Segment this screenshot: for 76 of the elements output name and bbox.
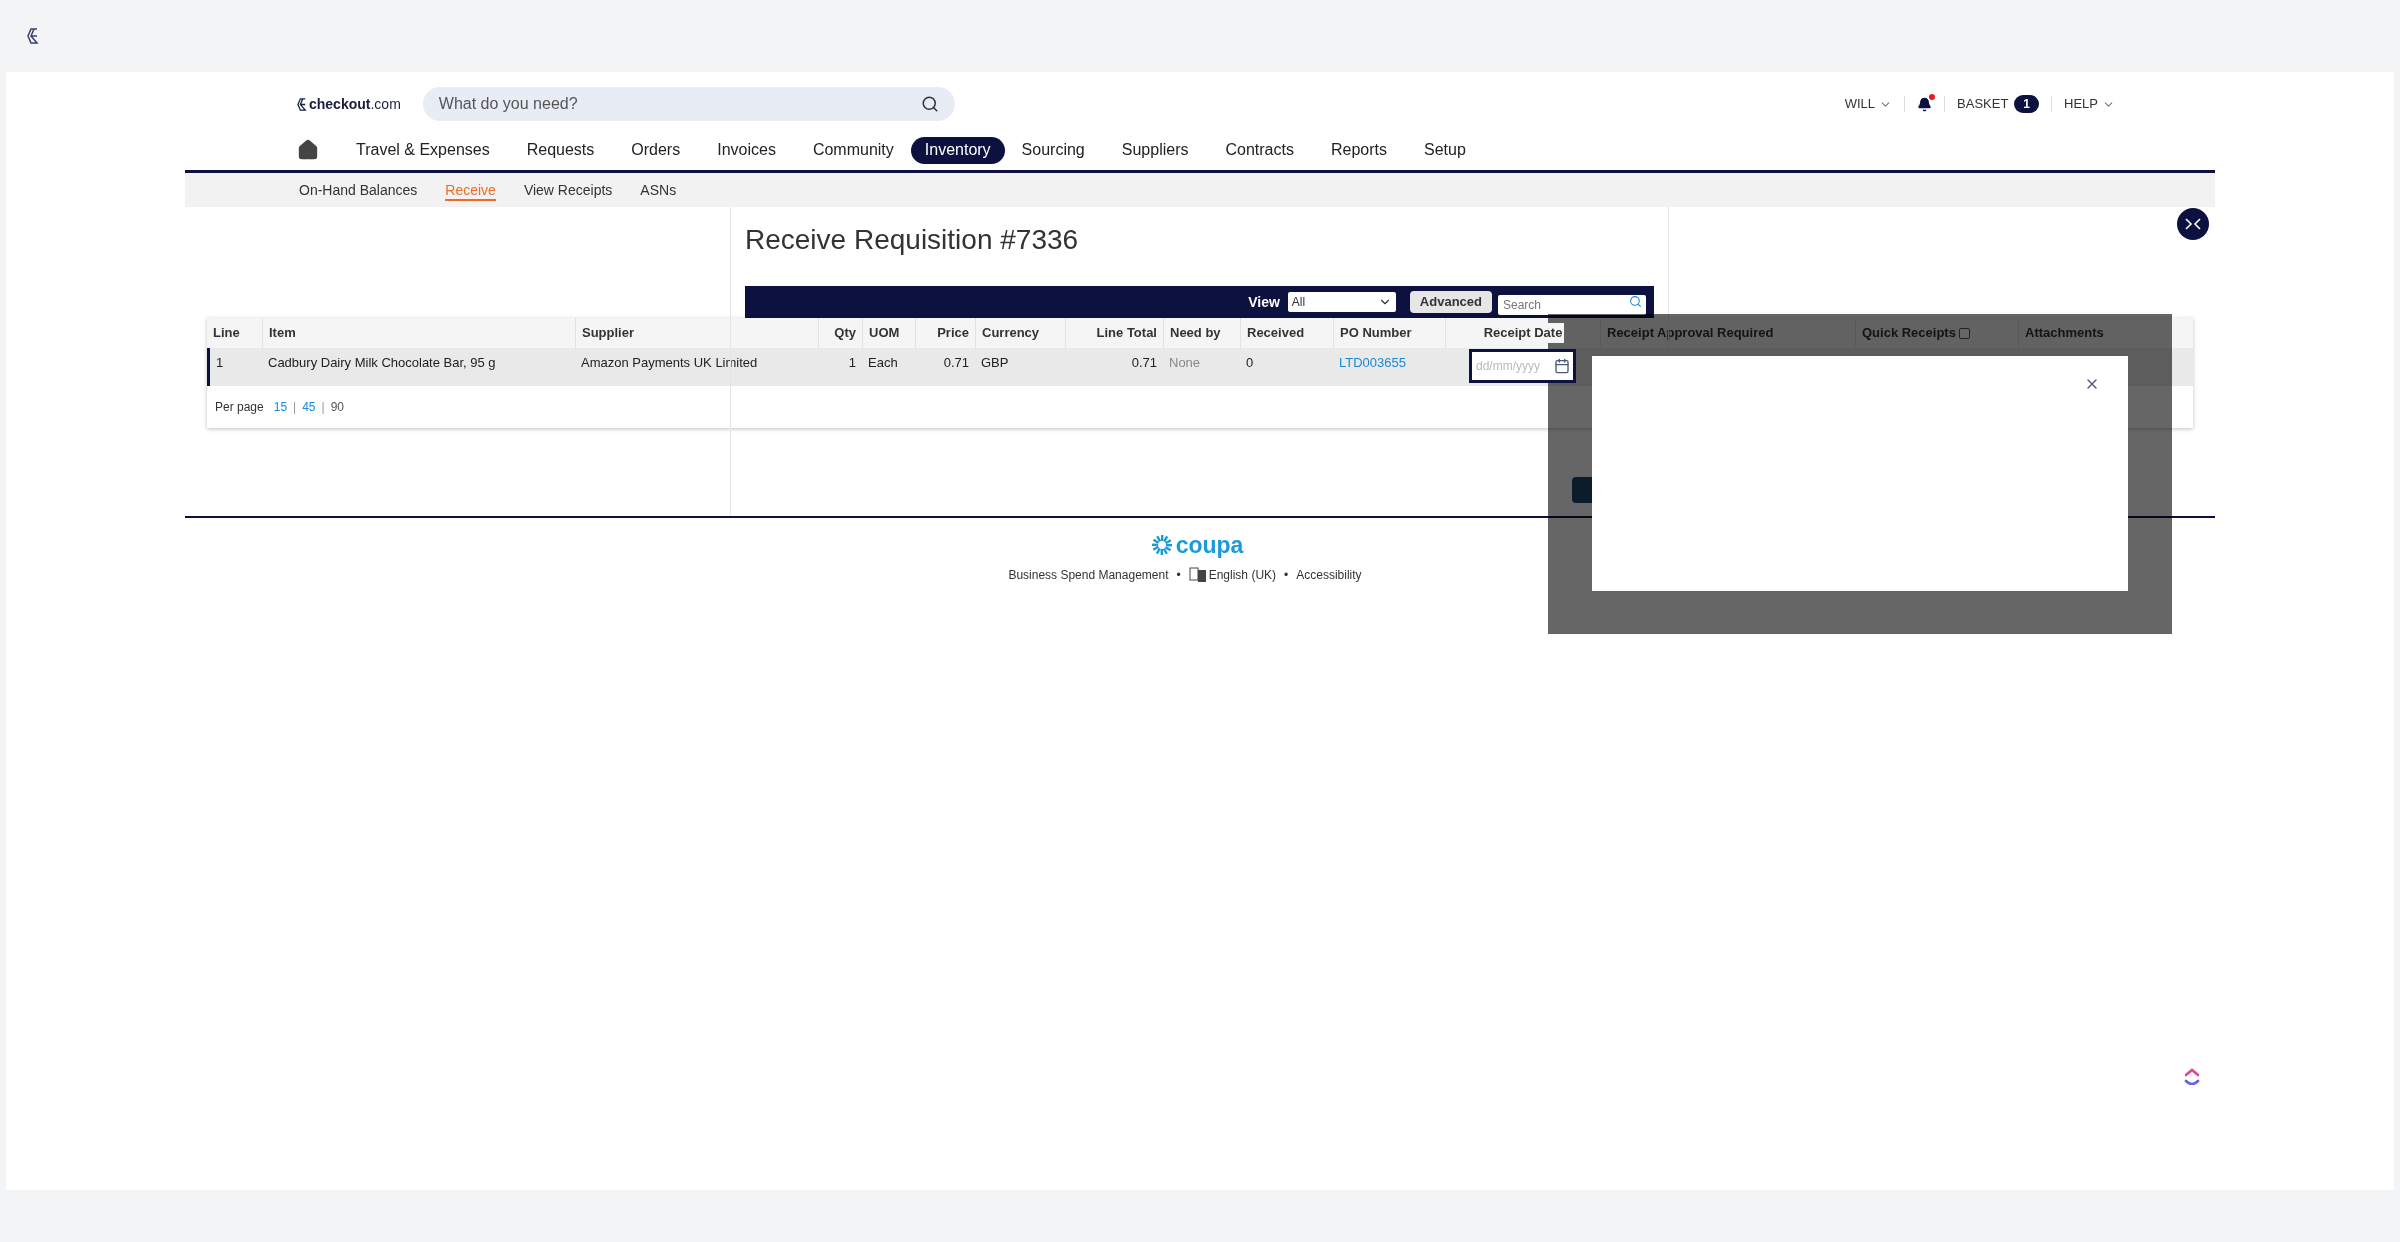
chevron-logo-icon[interactable]	[2184, 1067, 2200, 1085]
calendar-icon[interactable]	[1554, 358, 1570, 374]
view-label: View	[1248, 292, 1280, 312]
nav-tab[interactable]: Contracts	[1225, 138, 1294, 162]
nav-tab[interactable]: Orders	[631, 138, 681, 162]
table-cell: GBP	[981, 355, 1009, 370]
table-cell: None	[1169, 355, 1201, 370]
nav-tab[interactable]: Setup	[1423, 138, 1466, 162]
collapse-icon	[2185, 218, 2201, 230]
column-header: Price	[937, 324, 969, 343]
nav-tab[interactable]: Reports	[1330, 138, 1387, 162]
logo-icon[interactable]	[27, 28, 39, 44]
column-header: Currency	[982, 324, 1040, 343]
quick-receipts-checkbox[interactable]	[1958, 327, 1970, 339]
global-search-field[interactable]: What do you need?	[422, 87, 955, 121]
column-header: Receipt Approval Required	[1607, 324, 1774, 343]
nav-tab[interactable]: Requests	[526, 138, 595, 162]
page-title: Receive Requisition #7336	[745, 223, 1079, 257]
table-search-field[interactable]: Search	[1498, 295, 1646, 315]
subnav-tab[interactable]: View Receipts	[523, 179, 613, 201]
brand-logo[interactable]: checkout.com	[297, 93, 401, 115]
nav-tab[interactable]: Community	[812, 138, 894, 162]
column-header: Line Total	[1096, 324, 1157, 343]
home-icon[interactable]	[297, 139, 319, 161]
table-cell: 0	[1246, 355, 1254, 370]
brand-name: checkout.com	[309, 94, 401, 114]
user-menu[interactable]: WILL	[1844, 94, 1893, 114]
footer-link[interactable]: Accessibility	[1296, 566, 1362, 584]
column-header: UOM	[869, 324, 900, 343]
language-icon	[1188, 567, 1207, 583]
per-page-option[interactable]: 15	[273, 398, 288, 416]
nav-tab[interactable]: Inventory	[910, 136, 1005, 164]
column-header: Need by	[1170, 324, 1221, 343]
table-cell: Each	[868, 355, 898, 370]
separator: |	[321, 399, 325, 416]
separator: |	[293, 399, 297, 416]
subnav-tab[interactable]: On-Hand Balances	[299, 179, 418, 201]
nav-tab[interactable]: Invoices	[717, 138, 776, 162]
basket-count: 1	[2014, 95, 2040, 113]
column-header: Attachments	[2025, 324, 2104, 343]
nav-tab[interactable]: Suppliers	[1121, 138, 1189, 162]
column-header: Receipt Date	[1481, 323, 1565, 343]
column-header: Qty	[834, 324, 856, 343]
column-header: Line	[213, 324, 240, 343]
table-cell: 0.71	[943, 355, 969, 370]
column-header: Quick Receipts	[1862, 324, 1956, 343]
language-link[interactable]: English (UK)	[1208, 566, 1277, 584]
per-page-label: Per page	[215, 399, 264, 416]
coupa-logo: coupa	[1150, 532, 1244, 558]
column-header: Received	[1247, 324, 1305, 343]
search-icon[interactable]	[920, 95, 939, 113]
table-cell: Cadbury Dairy Milk Chocolate Bar, 95 g	[268, 355, 496, 370]
view-select[interactable]: All	[1287, 292, 1396, 312]
column-header: Supplier	[582, 324, 634, 343]
per-page-option[interactable]: 45	[302, 398, 316, 416]
advanced-button[interactable]: Advanced	[1409, 291, 1492, 313]
separator-dot: •	[1176, 567, 1181, 584]
column-header: PO Number	[1340, 324, 1412, 343]
per-page-option[interactable]: 90	[330, 398, 345, 416]
brand-mark-icon	[297, 97, 307, 111]
receipt-date-field[interactable]: dd/mm/yyyy	[1469, 349, 1576, 383]
collapse-button[interactable]	[2177, 208, 2209, 240]
nav-tab[interactable]: Travel & Expenses	[356, 138, 490, 162]
basket-button[interactable]: BASKET 1	[1957, 94, 2040, 114]
help-menu[interactable]: HELP	[2064, 94, 2115, 114]
subnav-tab[interactable]: ASNs	[640, 179, 677, 201]
nav-tab[interactable]: Sourcing	[1021, 138, 1085, 162]
snowflake-icon	[1150, 534, 1173, 556]
footer-link[interactable]: Business Spend Management	[1008, 566, 1169, 584]
table-cell: 1	[848, 355, 856, 370]
table-cell: 0.71	[1131, 355, 1157, 370]
separator-dot: •	[1284, 567, 1289, 584]
bell-icon	[1917, 96, 1933, 112]
notifications-button[interactable]	[1917, 96, 1933, 112]
column-header: Item	[269, 324, 296, 343]
table-cell: 1	[216, 355, 224, 370]
